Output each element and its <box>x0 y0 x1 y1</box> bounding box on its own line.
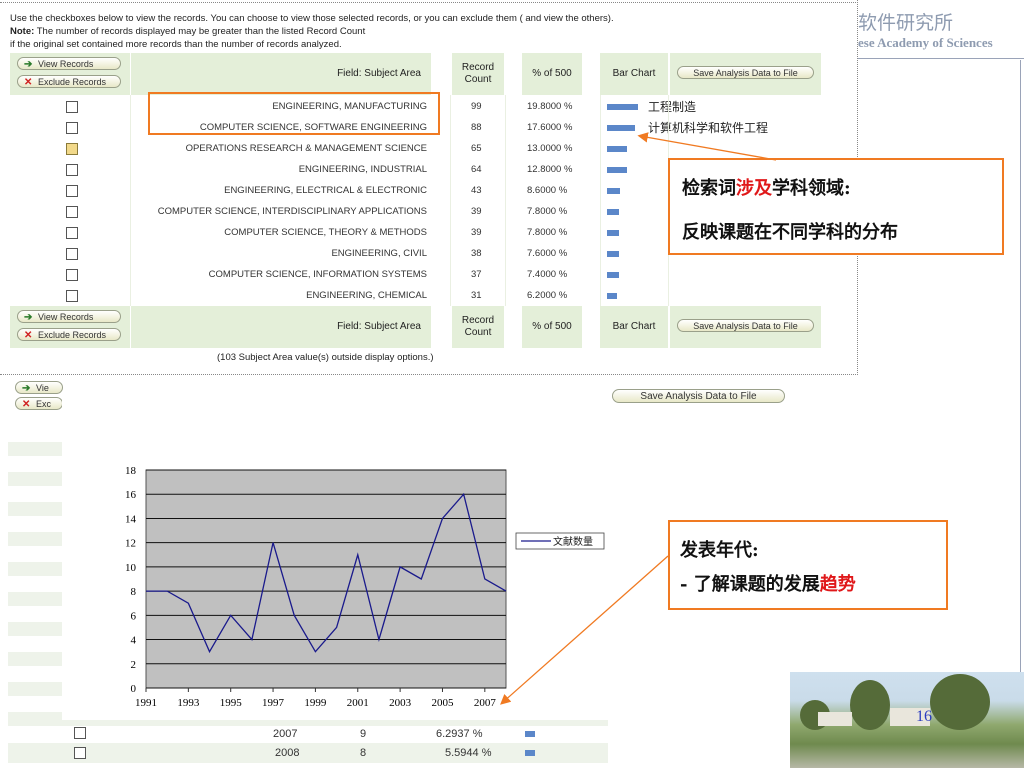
campus-photo <box>790 672 1024 768</box>
arrow-to-chart <box>500 555 669 705</box>
callout-arrows <box>500 132 777 705</box>
arrow-to-table <box>637 132 777 161</box>
page-number: 16 <box>916 708 932 725</box>
